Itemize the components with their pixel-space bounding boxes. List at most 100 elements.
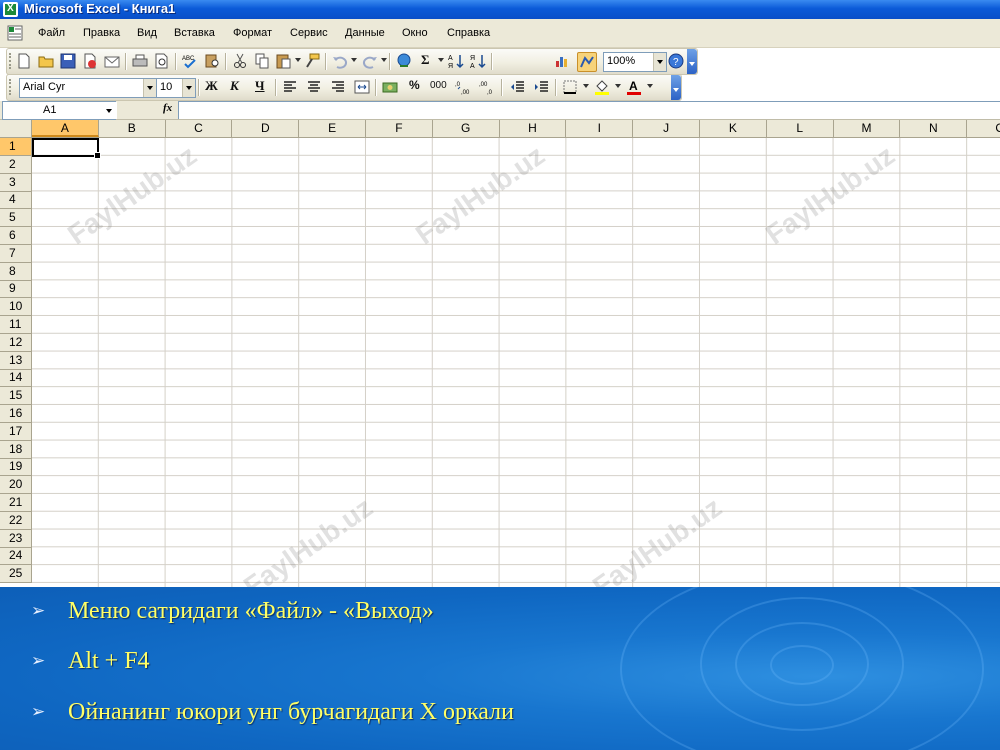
function-icon[interactable]: fx (163, 102, 172, 114)
sort-ascending-icon[interactable]: AЯ (447, 52, 465, 70)
row-header-13[interactable]: 13 (0, 352, 31, 370)
percent-style-button[interactable]: % (409, 78, 420, 92)
help-icon[interactable]: ? (667, 52, 685, 70)
formula-input[interactable] (178, 101, 1000, 119)
column-header-a[interactable]: A (32, 120, 99, 137)
hyperlink-icon[interactable] (395, 52, 413, 70)
name-box[interactable]: A1 (2, 101, 117, 120)
column-header-g[interactable]: G (433, 120, 500, 137)
menu-format[interactable]: Формат (233, 27, 272, 39)
active-cell[interactable] (32, 138, 101, 159)
toolbar-options-icon[interactable] (671, 75, 681, 100)
row-header-20[interactable]: 20 (0, 476, 31, 495)
toolbar-grip[interactable] (9, 79, 13, 95)
row-header-15[interactable]: 15 (0, 387, 31, 406)
fill-color-icon[interactable] (593, 78, 611, 96)
paste-icon[interactable] (275, 52, 293, 70)
align-left-icon[interactable] (281, 78, 299, 96)
row-header-17[interactable]: 17 (0, 423, 31, 441)
column-header-h[interactable]: H (500, 120, 567, 137)
open-icon[interactable] (37, 52, 55, 70)
column-header-i[interactable]: I (566, 120, 634, 137)
fill-color-dropdown-icon[interactable] (615, 84, 621, 91)
format-painter-icon[interactable] (303, 52, 321, 70)
column-header-d[interactable]: D (232, 120, 300, 137)
research-icon[interactable] (203, 52, 221, 70)
row-header-10[interactable]: 10 (0, 298, 31, 317)
column-header-l[interactable]: L (767, 120, 834, 137)
row-header-19[interactable]: 19 (0, 458, 31, 477)
column-header-n[interactable]: N (900, 120, 968, 137)
font-color-dropdown-icon[interactable] (647, 84, 653, 91)
column-header-j[interactable]: J (633, 120, 700, 137)
font-size-dropdown[interactable]: 10 (156, 78, 196, 98)
redo-dropdown-icon[interactable] (381, 58, 387, 65)
row-header-5[interactable]: 5 (0, 209, 31, 228)
underline-button[interactable]: Ч (255, 78, 265, 94)
print-preview-icon[interactable] (153, 52, 171, 70)
autosum-dropdown-icon[interactable] (438, 58, 444, 65)
excel-app-icon[interactable] (3, 2, 18, 17)
cut-icon[interactable] (231, 52, 249, 70)
borders-dropdown-icon[interactable] (583, 84, 589, 91)
sort-descending-icon[interactable]: ЯA (469, 52, 487, 70)
currency-icon[interactable] (381, 78, 399, 96)
italic-button[interactable]: К (230, 78, 239, 94)
redo-icon[interactable] (361, 52, 379, 70)
menu-edit[interactable]: Правка (83, 27, 120, 39)
decrease-indent-icon[interactable] (509, 78, 527, 96)
row-header-21[interactable]: 21 (0, 494, 31, 512)
column-header-b[interactable]: B (99, 120, 166, 137)
font-color-icon[interactable]: A (625, 78, 643, 96)
zoom-dropdown[interactable]: 100% (603, 52, 667, 72)
copy-icon[interactable] (253, 52, 271, 70)
menu-window[interactable]: Окно (402, 27, 428, 39)
row-header-12[interactable]: 12 (0, 334, 31, 352)
borders-icon[interactable] (561, 78, 579, 96)
new-icon[interactable] (15, 52, 33, 70)
align-center-icon[interactable] (305, 78, 323, 96)
undo-icon[interactable] (331, 52, 349, 70)
menu-data[interactable]: Данные (345, 27, 385, 39)
column-header-e[interactable]: E (299, 120, 366, 137)
row-header-24[interactable]: 24 (0, 547, 31, 566)
row-header-22[interactable]: 22 (0, 512, 31, 530)
toolbar-options-icon[interactable] (687, 49, 697, 74)
merge-center-icon[interactable] (353, 78, 371, 96)
print-icon[interactable] (131, 52, 149, 70)
save-icon[interactable] (59, 52, 77, 70)
column-header-k[interactable]: K (700, 120, 767, 137)
row-header-25[interactable]: 25 (0, 565, 31, 584)
chart-wizard-icon[interactable] (553, 52, 571, 70)
permission-icon[interactable] (81, 52, 99, 70)
menu-insert[interactable]: Вставка (174, 27, 215, 39)
chevron-down-icon[interactable] (653, 53, 666, 71)
row-header-1[interactable]: 1 (0, 138, 31, 156)
increase-decimal-icon[interactable]: ,0,00 (455, 78, 473, 96)
document-icon[interactable] (6, 23, 26, 43)
font-name-dropdown[interactable]: Arial Cyr (19, 78, 157, 98)
row-header-9[interactable]: 9 (0, 280, 31, 299)
row-header-14[interactable]: 14 (0, 369, 31, 388)
title-bar[interactable]: Microsoft Excel - Книга1 (0, 0, 1000, 19)
row-header-16[interactable]: 16 (0, 405, 31, 423)
autosum-icon[interactable]: Σ (421, 52, 430, 68)
comma-style-button[interactable]: 000 (430, 80, 447, 91)
chevron-down-icon[interactable] (182, 79, 195, 97)
row-header-2[interactable]: 2 (0, 156, 31, 174)
menu-help[interactable]: Справка (447, 27, 490, 39)
column-header-c[interactable]: C (166, 120, 233, 137)
menu-view[interactable]: Вид (137, 27, 157, 39)
cell-area[interactable] (32, 138, 1000, 587)
row-header-18[interactable]: 18 (0, 441, 31, 459)
spelling-icon[interactable]: ABC (181, 52, 199, 70)
column-header-o[interactable]: O (967, 120, 1000, 137)
drawing-icon[interactable] (577, 52, 597, 72)
column-header-f[interactable]: F (366, 120, 433, 137)
align-right-icon[interactable] (329, 78, 347, 96)
row-header-11[interactable]: 11 (0, 316, 31, 334)
paste-dropdown-icon[interactable] (295, 58, 301, 65)
toolbar-grip[interactable] (9, 53, 13, 69)
decrease-decimal-icon[interactable]: ,00,0 (479, 78, 497, 96)
select-all-button[interactable] (0, 120, 32, 138)
